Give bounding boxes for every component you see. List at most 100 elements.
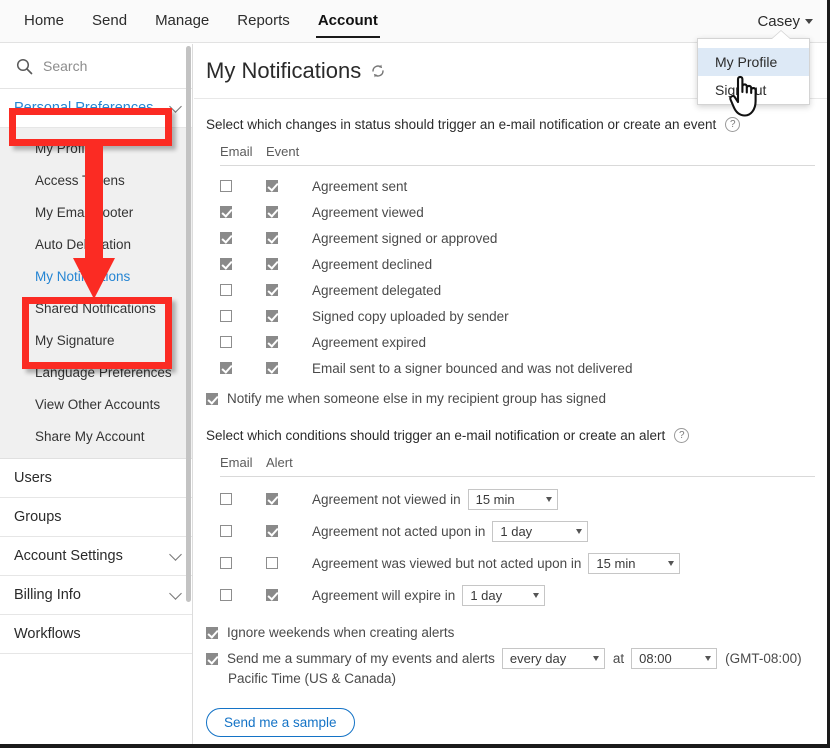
alert-checkbox[interactable] [266,493,278,505]
summary-time-select[interactable]: 08:00 [631,648,718,669]
event-checkbox[interactable] [266,310,278,322]
menu-item-sign-out[interactable]: Sign out [698,76,809,104]
top-navigation-bar: Home Send Manage Reports Account Casey [0,0,827,43]
email-checkbox[interactable] [220,525,232,537]
nav-item-account[interactable]: Account [304,4,392,39]
table-row: Agreement sent [194,173,827,199]
row-label: Agreement was viewed but not acted upon … [312,555,582,571]
refresh-icon[interactable] [370,63,386,79]
summary-frequency-value: every day [509,651,567,666]
table-row: Agreement delegated [194,277,827,303]
email-checkbox[interactable] [220,362,232,374]
table-row: Agreement not acted upon in 1 day [194,515,827,547]
alerts-heading-text: Select which conditions should trigger a… [206,428,666,443]
table-row: Email sent to a signer bounced and was n… [194,355,827,381]
search-icon [16,58,33,75]
sidebar-item-my-email-footer[interactable]: My Email Footer [0,196,192,228]
sidebar-group-users[interactable]: Users [0,459,192,498]
sidebar-group-billing-info[interactable]: Billing Info [0,576,192,615]
sidebar-item-view-other-accounts[interactable]: View Other Accounts [0,388,192,420]
chevron-down-icon [169,548,182,561]
summary-checkbox[interactable] [206,652,218,665]
email-checkbox[interactable] [220,206,232,218]
nav-item-reports[interactable]: Reports [223,4,304,39]
sidebar-scrollbar[interactable] [186,46,191,602]
duration-select-value: 1 day [500,523,533,539]
alert-checkbox[interactable] [266,557,278,569]
user-menu-trigger[interactable]: Casey [757,13,827,30]
sidebar-item-access-tokens[interactable]: Access Tokens [0,164,192,196]
sidebar-item-my-notifications[interactable]: My Notifications [0,260,192,292]
row-label: Agreement sent [312,178,408,194]
chevron-down-icon [668,560,675,566]
summary-label: Send me a summary of my events and alert… [227,651,495,666]
event-checkbox[interactable] [266,206,278,218]
sidebar-group-personal-preferences[interactable]: Personal Preferences [0,89,192,128]
nav-item-send[interactable]: Send [78,4,141,39]
sidebar-subitems-personal-preferences: My Profile Access Tokens My Email Footer… [0,128,192,459]
table-row: Agreement expired [194,329,827,355]
email-checkbox[interactable] [220,258,232,270]
table-row: Agreement signed or approved [194,225,827,251]
help-icon[interactable]: ? [674,428,690,443]
alert-checkbox[interactable] [266,525,278,537]
row-label: Agreement not acted upon in [312,523,486,539]
event-checkbox[interactable] [266,232,278,244]
sidebar-item-shared-notifications[interactable]: Shared Notifications [0,292,192,324]
chevron-down-icon [576,528,583,534]
ignore-weekends-label: Ignore weekends when creating alerts [227,625,455,640]
sidebar-item-share-my-account[interactable]: Share My Account [0,420,192,452]
email-checkbox[interactable] [220,589,232,601]
duration-select[interactable]: 15 min [588,552,681,574]
email-checkbox[interactable] [220,493,232,505]
menu-item-my-profile[interactable]: My Profile [698,48,809,76]
nav-item-home[interactable]: Home [10,4,78,39]
column-header-event: Event [266,144,300,159]
alert-checkbox[interactable] [266,589,278,601]
row-label: Agreement declined [312,256,433,272]
timezone-name: Pacific Time (US & Canada) [228,671,397,686]
nav-item-manage[interactable]: Manage [141,4,223,39]
dropdown-caret-icon [772,31,790,39]
email-checkbox[interactable] [220,180,232,192]
sidebar: Search Personal Preferences My Profile A… [0,44,193,744]
send-me-a-sample-button[interactable]: Send me a sample [206,708,355,737]
sidebar-item-auto-delegation[interactable]: Auto Delegation [0,228,192,260]
at-label: at [612,651,625,666]
event-checkbox[interactable] [266,284,278,296]
email-checkbox[interactable] [220,284,232,296]
sidebar-group-workflows[interactable]: Workflows [0,615,192,654]
sidebar-item-my-profile[interactable]: My Profile [0,132,192,164]
sidebar-group-label: Personal Preferences [14,100,154,116]
duration-select[interactable]: 1 day [492,520,589,542]
duration-select[interactable]: 1 day [462,584,546,606]
ignore-weekends-row: Ignore weekends when creating alerts [194,625,827,640]
sidebar-group-label: Account Settings [14,548,123,564]
duration-select[interactable]: 15 min [467,488,558,510]
nav-links: Home Send Manage Reports Account [0,4,392,39]
email-checkbox[interactable] [220,557,232,569]
event-checkbox[interactable] [266,336,278,348]
search-input[interactable]: Search [0,44,192,89]
duration-select-value: 1 day [470,587,503,603]
sidebar-item-language-preferences[interactable]: Language Preferences [0,356,192,388]
event-checkbox[interactable] [266,180,278,192]
event-checkbox[interactable] [266,362,278,374]
summary-frequency-select[interactable]: every day [501,648,605,669]
help-icon[interactable]: ? [725,117,741,132]
sidebar-group-groups[interactable]: Groups [0,498,192,537]
sidebar-group-label: Groups [14,509,62,525]
chevron-down-icon [169,587,182,600]
sidebar-group-label: Billing Info [14,587,81,603]
email-checkbox[interactable] [220,232,232,244]
sidebar-item-my-signature[interactable]: My Signature [0,324,192,356]
table-row: Agreement was viewed but not acted upon … [194,547,827,579]
email-checkbox[interactable] [220,336,232,348]
table-row: Agreement declined [194,251,827,277]
ignore-weekends-checkbox[interactable] [206,626,218,639]
event-checkbox[interactable] [266,258,278,270]
sidebar-group-account-settings[interactable]: Account Settings [0,537,192,576]
notify-recipient-group-checkbox[interactable] [206,392,218,405]
chevron-down-icon [805,18,813,24]
email-checkbox[interactable] [220,310,232,322]
